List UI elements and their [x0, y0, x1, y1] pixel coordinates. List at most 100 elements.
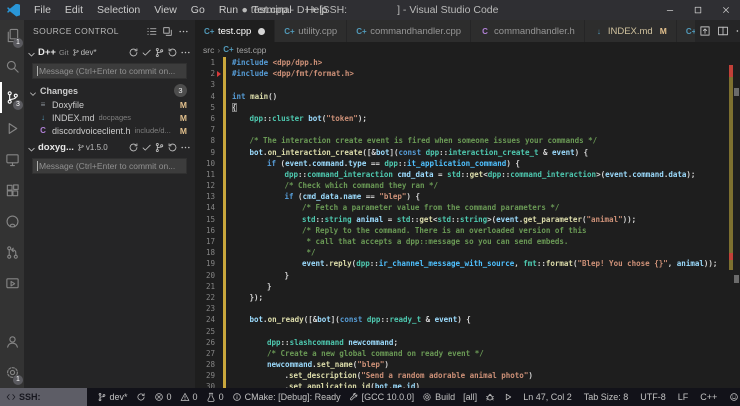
- code-text[interactable]: /* Fetch a parameter value from the comm…: [226, 202, 559, 213]
- line-number[interactable]: 9: [195, 147, 215, 158]
- tab-utility-cpp[interactable]: C+utility.cpp: [275, 20, 347, 42]
- code-line[interactable]: 20}: [195, 270, 740, 281]
- repo-branch[interactable]: .f{fill:currentColor;stroke:none}dev*: [72, 48, 97, 57]
- line-number[interactable]: 11: [195, 169, 215, 180]
- line-number[interactable]: 26: [195, 337, 215, 348]
- code-text[interactable]: bot.on_ready([&bot](const dpp::ready_t &…: [226, 314, 471, 325]
- breadcrumb-file[interactable]: test.cpp: [237, 45, 267, 55]
- commit-icon[interactable]: .f{fill:currentColor;stroke:none}: [140, 44, 153, 60]
- line-number[interactable]: 16: [195, 225, 215, 236]
- code-text[interactable]: dpp::slashcommand newcommand;: [226, 337, 398, 348]
- scrollbar-mark[interactable]: [734, 275, 739, 283]
- menu-edit[interactable]: Edit: [58, 0, 90, 20]
- line-number[interactable]: 19: [195, 258, 215, 269]
- unsaved-dot-icon[interactable]: [258, 28, 265, 35]
- line-number[interactable]: 25: [195, 326, 215, 337]
- tab-INDEX-md[interactable]: ↓INDEX.mdM: [585, 20, 677, 42]
- line-number[interactable]: 2: [195, 68, 215, 79]
- code-line[interactable]: 23: [195, 303, 740, 314]
- line-number[interactable]: 8: [195, 135, 215, 146]
- line-number[interactable]: 14: [195, 202, 215, 213]
- code-line[interactable]: 13if (cmd_data.name == "blep") {: [195, 191, 740, 202]
- menu-selection[interactable]: Selection: [90, 0, 147, 20]
- code-text[interactable]: [226, 79, 232, 90]
- code-text[interactable]: dpp::command_interaction cmd_data = std:…: [226, 169, 695, 180]
- branch-icon[interactable]: .f{fill:currentColor;stroke:none}: [153, 139, 166, 155]
- code-text[interactable]: /* Reply to the command. There is an ove…: [226, 225, 586, 236]
- line-number[interactable]: 22: [195, 292, 215, 303]
- sync-icon[interactable]: .f{fill:currentColor;stroke:none}: [127, 44, 140, 60]
- code-line[interactable]: 27/* Create a new global command on read…: [195, 348, 740, 359]
- code-text[interactable]: std::string animal = std::get<std::strin…: [226, 214, 636, 225]
- tab-commandhandler-cpp[interactable]: C+commandhandler.cpp: [347, 20, 471, 42]
- changed-file-row[interactable]: Cdiscordvoiceclient.hinclude/d...M: [24, 124, 195, 137]
- code-text[interactable]: [226, 303, 232, 314]
- line-number[interactable]: 21: [195, 281, 215, 292]
- activity-item-explorer[interactable]: .f{fill:currentColor;stroke:none}1: [0, 20, 24, 51]
- activity-item-settings[interactable]: .f{fill:currentColor;stroke:none}1: [0, 357, 24, 388]
- code-text[interactable]: if (event.command.type == dpp::it_applic…: [226, 158, 520, 169]
- status-cmake-kit[interactable]: .f{fill:currentColor;stroke:none}[GCC 10…: [345, 388, 419, 406]
- line-number[interactable]: 13: [195, 191, 215, 202]
- status-cmake-target[interactable]: [all]: [459, 388, 481, 406]
- view-as-tree-icon[interactable]: .f{fill:currentColor;stroke:none}: [143, 23, 159, 39]
- repositories-icon[interactable]: .f{fill:currentColor;stroke:none}: [159, 23, 175, 39]
- line-number[interactable]: 17: [195, 236, 215, 247]
- code-text[interactable]: }: [226, 270, 289, 281]
- tab-sslcli[interactable]: C+sslcli: [677, 20, 696, 42]
- split-editor-icon[interactable]: .f{fill:currentColor;stroke:none}: [714, 22, 732, 40]
- repo-row-1[interactable]: .f{fill:currentColor;stroke:none}D++Git.…: [24, 44, 195, 60]
- code-text[interactable]: #include <dpp/dpp.h>: [226, 57, 322, 68]
- code-line[interactable]: 21}: [195, 281, 740, 292]
- chevron-down-icon[interactable]: .f{fill:currentColor;stroke:none}: [26, 142, 37, 153]
- activity-item-source-control[interactable]: .f{fill:currentColor;stroke:none}3: [0, 82, 24, 113]
- status-errors[interactable]: .f{fill:currentColor;stroke:none}0: [150, 388, 176, 406]
- ruler-modified-bar[interactable]: [729, 65, 733, 270]
- menu-go[interactable]: Go: [184, 0, 212, 20]
- status-cmake-build[interactable]: .f{fill:currentColor;stroke:none}Build: [418, 388, 459, 406]
- code-text[interactable]: event.reply(dpp::ir_channel_message_with…: [226, 258, 717, 269]
- code-line[interactable]: 18 */: [195, 247, 740, 258]
- line-number[interactable]: 10: [195, 158, 215, 169]
- code-line[interactable]: 17 * call that accepts a dpp::message so…: [195, 236, 740, 247]
- status-cmake-launch[interactable]: .f{fill:currentColor;stroke:none}: [499, 388, 517, 406]
- scrollbar-mark[interactable]: [734, 88, 739, 96]
- code-line[interactable]: 4int main(): [195, 91, 740, 102]
- line-number[interactable]: 7: [195, 124, 215, 135]
- repo-row-2[interactable]: .f{fill:currentColor;stroke:none}doxyg..…: [24, 139, 195, 155]
- code-line[interactable]: 6dpp::cluster bot("token");: [195, 113, 740, 124]
- activity-item-pull-requests[interactable]: .f{fill:currentColor;stroke:none}: [0, 237, 24, 268]
- code-line[interactable]: 14 /* Fetch a parameter value from the co…: [195, 202, 740, 213]
- code-line[interactable]: 29.set_description("Send a random adorab…: [195, 370, 740, 381]
- code-line[interactable]: 24bot.on_ready([&bot](const dpp::ready_t…: [195, 314, 740, 325]
- menu-file[interactable]: File: [27, 0, 58, 20]
- activity-item-run-and-debug[interactable]: .f{fill:currentColor;stroke:none}: [0, 113, 24, 144]
- code-text[interactable]: });: [226, 292, 263, 303]
- status-indentation[interactable]: Tab Size: 8: [578, 388, 635, 406]
- commit-message-input[interactable]: Message (Ctrl+Enter to commit on...: [32, 158, 187, 174]
- code-line[interactable]: 25: [195, 326, 740, 337]
- code-text[interactable]: * call that accepts a dpp::message so yo…: [226, 236, 568, 247]
- chevron-down-icon[interactable]: .f{fill:currentColor;stroke:none}: [26, 47, 37, 58]
- code-line[interactable]: 12/* Check which command they ran */: [195, 180, 740, 191]
- branch-icon[interactable]: .f{fill:currentColor;stroke:none}: [153, 44, 166, 60]
- menu-terminal[interactable]: Terminal: [245, 0, 299, 20]
- code-editor[interactable]: 1#include <dpp/dpp.h>2#include <dpp/fmt/…: [195, 57, 740, 388]
- activity-item-remote-explorer[interactable]: .f{fill:currentColor;stroke:none}: [0, 144, 24, 175]
- code-text[interactable]: /* The interaction create event is fired…: [226, 135, 597, 146]
- code-line[interactable]: 9bot.on_interaction_create([&bot](const …: [195, 147, 740, 158]
- status-sync-changes[interactable]: .f{fill:currentColor;stroke:none}: [132, 388, 150, 406]
- code-line[interactable]: 1#include <dpp/dpp.h>: [195, 57, 740, 68]
- status-warnings[interactable]: .f{fill:currentColor;stroke:none}0: [176, 388, 202, 406]
- code-line[interactable]: 28newcommand.set_name("blep"): [195, 359, 740, 370]
- menu-run[interactable]: Run: [212, 0, 245, 20]
- more-icon[interactable]: .f{fill:currentColor;stroke:none}: [179, 139, 192, 155]
- activity-item-search[interactable]: .f{fill:currentColor;stroke:none}: [0, 51, 24, 82]
- changed-file-row[interactable]: ≡DoxyfileM: [24, 98, 195, 111]
- line-number[interactable]: 15: [195, 214, 215, 225]
- code-text[interactable]: .set_description("Send a random adorable…: [226, 370, 533, 381]
- status-feedback[interactable]: .f{fill:currentColor;stroke:none}: [723, 388, 740, 406]
- status-tests[interactable]: .f{fill:currentColor;stroke:none}0: [202, 388, 228, 406]
- code-line[interactable]: 3: [195, 79, 740, 90]
- changes-section-header[interactable]: .f{fill:currentColor;stroke:none}Changes…: [24, 83, 195, 98]
